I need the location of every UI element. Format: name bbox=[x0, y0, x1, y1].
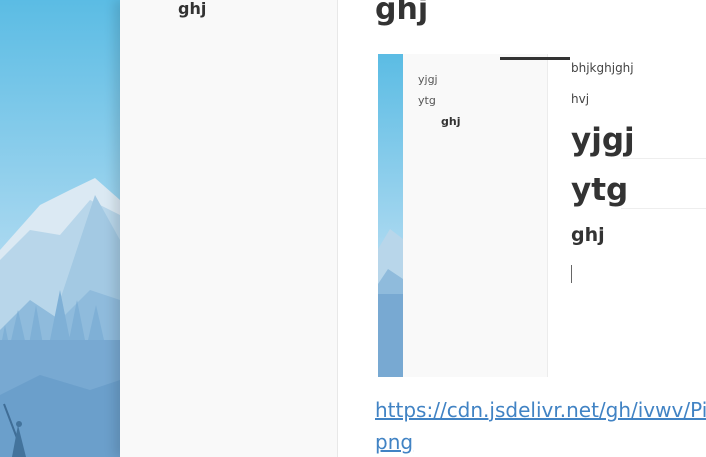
embedded-heading-rule bbox=[621, 158, 706, 159]
page: ghj ghj yjgj ytg ghj bhjkghjghj hvj yjgj… bbox=[0, 0, 706, 457]
embedded-background-strip bbox=[378, 54, 403, 377]
sidebar-outline: ghj bbox=[120, 0, 338, 457]
embedded-screenshot-image: yjgj ytg ghj bhjkghjghj hvj yjgj ytg ghj bbox=[378, 54, 706, 377]
link-line-1[interactable]: https://cdn.jsdelivr.net/gh/ivwv/PicG bbox=[375, 394, 706, 426]
embedded-outline-item: ytg bbox=[418, 94, 436, 107]
embedded-heading-1: ytg bbox=[571, 172, 629, 208]
embedded-sidebar-outline: yjgj ytg ghj bbox=[403, 54, 570, 377]
background-landscape-image bbox=[0, 0, 120, 457]
embedded-heading-1: yjgj bbox=[571, 122, 635, 158]
link-line-2[interactable]: png bbox=[375, 426, 706, 457]
embedded-heading-rule bbox=[621, 208, 706, 209]
embedded-document: bhjkghjghj hvj yjgj ytg ghj bbox=[571, 54, 706, 377]
embedded-outline-item: yjgj bbox=[418, 73, 438, 86]
outline-item-ghj[interactable]: ghj bbox=[178, 0, 206, 18]
image-url-link[interactable]: https://cdn.jsdelivr.net/gh/ivwv/PicG pn… bbox=[375, 394, 706, 457]
embedded-heading-3: ghj bbox=[571, 224, 605, 246]
embedded-outline-item: ghj bbox=[441, 115, 461, 128]
embedded-text-cursor bbox=[571, 265, 572, 283]
embedded-paragraph: hvj bbox=[571, 92, 590, 106]
embedded-paragraph: bhjkghjghj bbox=[571, 61, 634, 75]
embedded-divider bbox=[500, 57, 570, 60]
document-heading: ghj bbox=[375, 0, 429, 27]
document-content: ghj yjgj ytg ghj bhjkghjghj hvj yjgj ytg… bbox=[338, 0, 706, 457]
